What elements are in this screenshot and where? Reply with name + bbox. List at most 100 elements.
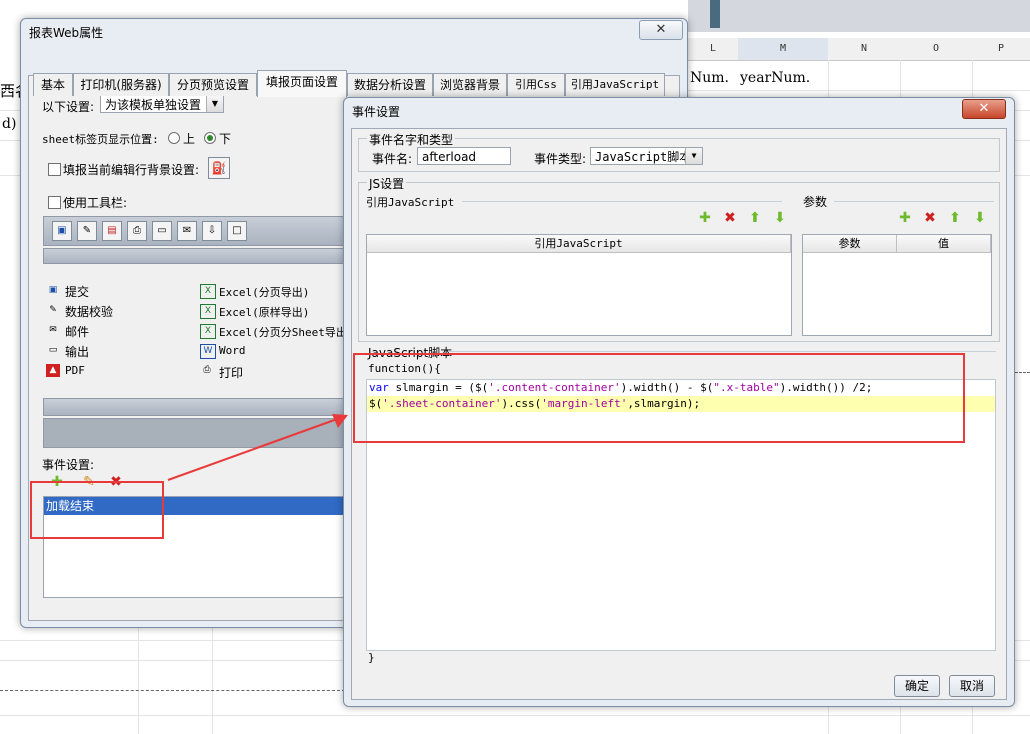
toolbar-item-output[interactable]: 输出 — [65, 343, 89, 360]
arrow-down-icon[interactable]: ⬇ — [772, 210, 788, 226]
divider — [448, 351, 996, 352]
event-type-select[interactable]: JavaScript脚本 ▼ — [590, 147, 703, 165]
export-icon[interactable]: ▭ — [152, 221, 172, 241]
chevron-down-icon: ▼ — [685, 148, 702, 164]
settings-select-value: 为该模板单独设置 — [105, 98, 202, 112]
js-settings-group-title: JS设置 — [367, 175, 407, 192]
ref-js-table: 引用JavaScript — [366, 234, 792, 336]
delete-icon[interactable]: ✖ — [722, 210, 738, 226]
tab-ref-css[interactable]: 引用Css — [507, 73, 565, 96]
export-icon: ▭ — [48, 345, 58, 355]
radio-top-label: 上 — [183, 132, 196, 146]
column-header-n[interactable]: N — [828, 38, 901, 61]
delete-icon[interactable]: ✖ — [922, 210, 938, 226]
chevron-down-icon: ▼ — [206, 96, 223, 112]
highlight-box-event — [30, 481, 164, 539]
print-icon: ⎙ — [203, 365, 211, 375]
web-attr-dialog-title: 报表Web属性 — [29, 26, 104, 40]
params-table: 参数 值 — [802, 234, 992, 336]
toolbar-item-submit[interactable]: 提交 — [65, 283, 89, 300]
toolbar-item-validate[interactable]: 数据校验 — [65, 303, 113, 320]
ok-button[interactable]: 确定 — [894, 675, 940, 697]
sheet-topbar — [688, 0, 1030, 32]
fill-row-bg-label: 填报当前编辑行背景设置: — [63, 163, 200, 177]
toolbar-item-excel-sheet[interactable]: Excel(分页分Sheet导出 — [219, 324, 347, 340]
annotation-arrow — [167, 414, 348, 481]
sheet-tab-pos-label: sheet标签页显示位置: — [42, 133, 159, 146]
event-settings-label: 事件设置: — [42, 458, 95, 472]
arrow-up-icon[interactable]: ⬆ — [747, 210, 763, 226]
arrow-up-icon[interactable]: ⬆ — [947, 210, 963, 226]
ref-js-group-title: 引用JavaScript — [366, 196, 455, 209]
arrow-down-icon[interactable]: ⬇ — [972, 210, 988, 226]
save-icon: ▣ — [48, 285, 58, 295]
add-icon[interactable]: ✚ — [897, 210, 913, 226]
divider — [462, 201, 782, 202]
radio-bottom-label: 下 — [219, 132, 232, 146]
window-icon[interactable]: □ — [227, 221, 247, 241]
tab-basic[interactable]: 基本 — [33, 73, 73, 96]
use-toolbar-label: 使用工具栏: — [63, 196, 128, 210]
column-header-l[interactable]: L — [688, 38, 739, 61]
topbar-marker — [710, 0, 720, 28]
add-icon[interactable]: ✚ — [697, 210, 713, 226]
check-icon[interactable]: ✎ — [77, 221, 97, 241]
toolbar-item-print[interactable]: 打印 — [219, 364, 243, 381]
save-icon[interactable]: ▣ — [52, 221, 72, 241]
params-column-header[interactable]: 参数 — [803, 235, 897, 253]
pdf-icon: ▲ — [46, 364, 60, 377]
excel-icon: X — [200, 304, 216, 319]
toolbar-item-excel-page[interactable]: Excel(分页导出) — [219, 284, 309, 300]
column-header-o[interactable]: O — [900, 38, 973, 61]
print-icon[interactable]: ⎙ — [127, 221, 147, 241]
arrow-line — [167, 417, 341, 481]
column-header-m[interactable]: M — [738, 38, 829, 61]
close-icon[interactable]: ✕ — [962, 99, 1006, 119]
tab-ref-js[interactable]: 引用JavaScript — [565, 73, 665, 96]
name-type-group-title: 事件名字和类型 — [367, 131, 456, 148]
toolbar-item-pdf[interactable]: PDF — [65, 364, 85, 377]
ref-js-column-header[interactable]: 引用JavaScript — [367, 235, 791, 253]
paint-bucket-icon[interactable]: ⛽ — [208, 157, 230, 179]
value-column-header[interactable]: 值 — [897, 235, 991, 253]
pdf-icon[interactable]: ▤ — [102, 221, 122, 241]
word-icon: W — [200, 344, 216, 359]
close-icon[interactable]: ✕ — [639, 20, 683, 40]
event-dialog-title: 事件设置 — [352, 105, 401, 119]
mail-icon[interactable]: ✉ — [177, 221, 197, 241]
toolbar-item-mail[interactable]: 邮件 — [65, 323, 89, 340]
column-header-p[interactable]: P — [972, 38, 1030, 61]
download-icon[interactable]: ⇩ — [202, 221, 222, 241]
tab-browser-bg[interactable]: 浏览器背景 — [433, 73, 507, 96]
check-icon: ✎ — [49, 305, 57, 315]
page-break-line — [1015, 372, 1030, 373]
tab-data-analysis[interactable]: 数据分析设置 — [347, 73, 433, 96]
settings-select[interactable]: 为该模板单独设置 ▼ — [100, 95, 224, 113]
params-group-title: 参数 — [803, 195, 828, 209]
mail-icon: ✉ — [49, 325, 57, 335]
page-break-line — [0, 690, 345, 691]
grid-line — [0, 715, 1030, 716]
fill-row-bg-checkbox[interactable] — [48, 163, 61, 176]
tab-page-preview[interactable]: 分页预览设置 — [169, 73, 257, 96]
event-name-input[interactable]: afterload — [417, 147, 511, 165]
event-type-select-value: JavaScript脚本 — [595, 150, 692, 164]
event-name-label: 事件名: — [372, 152, 413, 166]
radio-top[interactable] — [168, 132, 180, 144]
excel-icon: X — [200, 324, 216, 339]
divider — [834, 201, 994, 202]
use-toolbar-checkbox[interactable] — [48, 196, 61, 209]
cancel-button[interactable]: 取消 — [949, 675, 995, 697]
cell-m-value[interactable]: yearNum. — [740, 70, 810, 86]
settings-label: 以下设置: — [42, 100, 95, 114]
tab-printer[interactable]: 打印机(服务器) — [73, 73, 169, 96]
tab-fill-page[interactable]: 填报页面设置 — [257, 70, 347, 97]
cell-fragment-2[interactable]: d) — [2, 116, 16, 132]
toolbar-item-excel-original[interactable]: Excel(原样导出) — [219, 304, 309, 320]
event-type-label: 事件类型: — [534, 152, 587, 166]
excel-icon: X — [200, 284, 216, 299]
code-closing-brace: } — [368, 651, 375, 664]
cell-l-value[interactable]: Num. — [690, 70, 729, 86]
toolbar-item-word[interactable]: Word — [219, 344, 246, 357]
radio-bottom[interactable] — [204, 132, 216, 144]
